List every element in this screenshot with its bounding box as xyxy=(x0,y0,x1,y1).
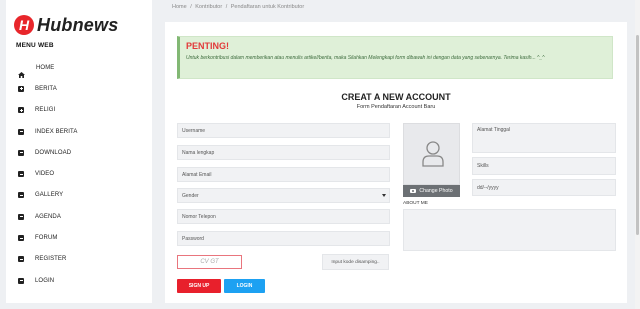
sidebar: H Hubnews MENU WEB HOME BERITA RELIGI IN… xyxy=(6,0,152,303)
sidebar-item-index-berita[interactable]: INDEX BERITA xyxy=(6,121,152,142)
change-photo-button[interactable]: Change Photo xyxy=(403,185,460,197)
sidebar-item-label: INDEX BERITA xyxy=(35,128,78,135)
sidebar-item-forum[interactable]: FORUM xyxy=(6,227,152,248)
sidebar-item-register[interactable]: REGISTER xyxy=(6,249,152,270)
sidebar-item-home[interactable]: HOME xyxy=(6,57,152,78)
sidebar-item-login[interactable]: LOGIN xyxy=(6,270,152,291)
menu-title: MENU WEB xyxy=(16,42,54,49)
login-button[interactable]: LOGIN xyxy=(224,279,265,293)
page-scrollbar[interactable] xyxy=(635,0,640,309)
breadcrumb-kontributor[interactable]: Kontributor xyxy=(195,4,222,10)
minus-square-icon xyxy=(18,128,24,135)
breadcrumb-home[interactable]: Home xyxy=(172,4,187,10)
sidebar-item-label: VIDEO xyxy=(35,171,55,178)
address-textarea[interactable]: Alamat Tinggal xyxy=(472,123,616,153)
scrollbar-thumb[interactable] xyxy=(636,35,639,235)
avatar-placeholder xyxy=(403,123,460,185)
about-me-label: ABOUT ME xyxy=(403,201,428,206)
sidebar-item-label: REGISTER xyxy=(35,256,67,263)
sidebar-item-label: GALLERY xyxy=(35,192,64,199)
form-subtitle: Form Pendaftaran Account Baru xyxy=(356,104,436,110)
alert-text: Untuk berkontribusi dalam memberikan ata… xyxy=(186,55,545,61)
gender-select[interactable]: Gender xyxy=(177,188,390,203)
alert-title: PENTING! xyxy=(186,41,230,51)
fullname-field[interactable]: Nama lengkap xyxy=(177,145,390,160)
skills-field[interactable]: Skills xyxy=(472,157,616,175)
sidebar-item-label: FORUM xyxy=(35,235,58,242)
home-icon xyxy=(18,65,25,78)
user-icon xyxy=(422,141,444,167)
minus-square-icon xyxy=(18,171,24,178)
sidebar-item-download[interactable]: DOWNLOAD xyxy=(6,142,152,163)
camera-icon xyxy=(410,188,417,194)
captcha-input[interactable]: Input kode disamping.. xyxy=(322,254,389,270)
sidebar-item-label: BERITA xyxy=(35,85,57,92)
sidebar-item-label: AGENDA xyxy=(35,213,61,220)
plus-square-icon xyxy=(18,85,24,92)
change-photo-label: Change Photo xyxy=(419,188,453,194)
email-field[interactable]: Alamat Email xyxy=(177,167,390,182)
breadcrumb-current: Pendaftaran untuk Kontributor xyxy=(230,4,305,10)
minus-square-icon xyxy=(18,149,24,156)
hubnews-logo[interactable]: H Hubnews xyxy=(14,14,118,36)
sidebar-item-religi[interactable]: RELIGI xyxy=(6,100,152,121)
sidebar-item-gallery[interactable]: GALLERY xyxy=(6,185,152,206)
about-me-textarea[interactable] xyxy=(403,209,616,251)
date-of-birth-field[interactable]: dd/--/yyyy xyxy=(472,179,616,196)
minus-square-icon xyxy=(18,192,24,199)
breadcrumb-separator: / xyxy=(225,4,228,10)
logo-text: Hubnews xyxy=(37,14,119,35)
sidebar-item-agenda[interactable]: AGENDA xyxy=(6,206,152,227)
sidebar-item-berita[interactable]: BERITA xyxy=(6,78,152,99)
plus-square-icon xyxy=(18,107,24,114)
captcha-image: CV GT xyxy=(177,255,242,269)
minus-square-icon xyxy=(18,256,24,263)
sidebar-item-label: LOGIN xyxy=(35,277,55,284)
username-field[interactable]: Username xyxy=(177,123,390,138)
minus-square-icon xyxy=(18,235,24,242)
main-panel: PENTING! Untuk berkontribusi dalam membe… xyxy=(165,22,627,303)
sidebar-item-video[interactable]: VIDEO xyxy=(6,163,152,184)
phone-field[interactable]: Nomor Telepon xyxy=(177,209,390,224)
gender-select-value: Gender xyxy=(182,192,199,199)
sidebar-menu: HOME BERITA RELIGI INDEX BERITA DOWNLOAD… xyxy=(6,57,152,291)
password-field[interactable]: Password xyxy=(177,231,390,246)
sidebar-item-label: RELIGI xyxy=(35,107,56,114)
sidebar-item-label: HOME xyxy=(36,64,55,71)
breadcrumb: Home / Kontributor / Pendaftaran untuk K… xyxy=(172,4,306,10)
breadcrumb-separator: / xyxy=(190,4,192,10)
important-alert: PENTING! Untuk berkontribusi dalam membe… xyxy=(177,36,613,79)
logo-badge-icon: H xyxy=(14,15,34,35)
signup-button[interactable]: SIGN UP xyxy=(177,279,221,293)
caret-down-icon xyxy=(382,194,386,197)
form-title: CREAT A NEW ACCOUNT xyxy=(341,92,451,102)
sidebar-item-label: DOWNLOAD xyxy=(35,149,72,156)
minus-square-icon xyxy=(18,277,24,284)
minus-square-icon xyxy=(18,213,24,220)
